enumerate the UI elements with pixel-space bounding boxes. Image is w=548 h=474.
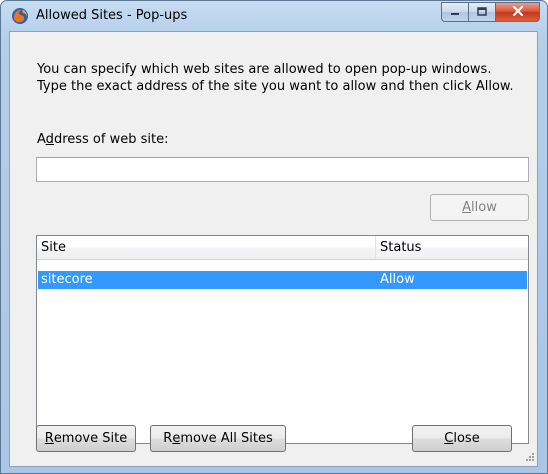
maximize-button[interactable] — [468, 2, 495, 22]
close-button[interactable]: Close — [412, 425, 512, 452]
list-item-status: Allow — [380, 272, 415, 287]
window-title: Allowed Sites - Pop-ups — [36, 8, 188, 23]
list-item-site: sitecore — [41, 272, 93, 287]
sites-list[interactable]: Site Status sitecore Allow — [36, 235, 529, 444]
address-label: Address of web site: — [37, 132, 168, 147]
list-item[interactable]: sitecore Allow — [38, 271, 527, 289]
dialog-body: You can specify which web sites are allo… — [9, 31, 538, 467]
column-header-status[interactable]: Status — [376, 236, 528, 260]
description-text: You can specify which web sites are allo… — [37, 62, 514, 94]
remove-all-sites-button[interactable]: Re move All Sites — [150, 425, 286, 452]
address-label-text: Address of web site: — [37, 132, 169, 147]
list-header: Site Status — [37, 236, 528, 260]
dialog-window: Allowed Sites - Pop-ups You can specify … — [0, 0, 548, 474]
maximize-icon — [477, 5, 487, 20]
remove-site-button[interactable]: Remove Site — [36, 425, 136, 452]
firefox-icon — [11, 7, 29, 25]
allow-button[interactable]: Allow — [430, 194, 529, 221]
minimize-button[interactable] — [441, 2, 468, 22]
address-input[interactable] — [36, 157, 529, 182]
title-bar[interactable]: Allowed Sites - Pop-ups — [1, 1, 547, 31]
close-window-button[interactable] — [495, 2, 540, 22]
resize-grip-icon[interactable] — [523, 452, 535, 464]
window-controls — [441, 2, 540, 22]
column-header-site[interactable]: Site — [37, 236, 376, 260]
close-icon — [512, 5, 524, 20]
minimize-icon — [450, 5, 460, 20]
